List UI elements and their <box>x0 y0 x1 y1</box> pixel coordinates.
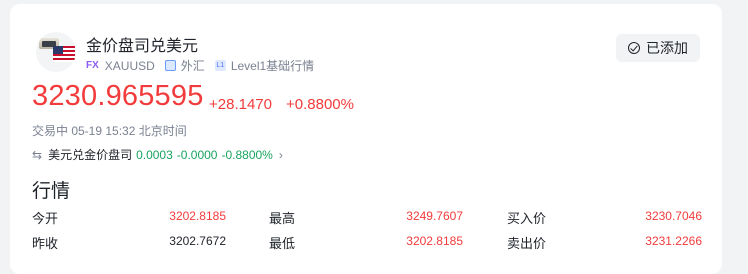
level1-icon: L1 <box>214 60 226 71</box>
prev-close-value: 3202.7672 <box>169 234 226 248</box>
price-change: +28.1470 <box>209 96 272 113</box>
added-watchlist-button[interactable]: 已添加 <box>616 34 700 62</box>
ask-value: 3231.2266 <box>645 234 702 248</box>
fx-badge: FX <box>86 60 99 71</box>
section-title: 行情 <box>32 181 71 202</box>
instrument-meta: FX XAUUSD 外汇 L1 Level1基础行情 <box>86 57 314 74</box>
quote-card: 金价盘司兑美元 FX XAUUSD 外汇 L1 Level1基础行情 已添加 3… <box>10 4 722 274</box>
high-value: 3249.7607 <box>406 209 463 223</box>
price-change-pct: +0.8800% <box>286 96 354 113</box>
symbol-code: XAUUSD <box>104 58 155 73</box>
data-level-label: Level1基础行情 <box>230 59 315 73</box>
added-label: 已添加 <box>646 40 688 56</box>
ask-label: 卖出价 <box>507 236 547 251</box>
low-value: 3202.8185 <box>406 234 463 248</box>
high-label: 最高 <box>269 211 296 226</box>
check-circle-icon <box>628 42 640 54</box>
conversion-change-pct: -0.8800% <box>221 147 273 162</box>
conversion-label: 美元兑金价盘司 <box>48 148 133 162</box>
conversion-link[interactable]: ⇆ 美元兑金价盘司 0.0003 -0.0000 -0.8800% › <box>32 146 283 163</box>
bid-label: 买入价 <box>507 211 547 226</box>
conversion-change: -0.0000 <box>176 147 218 162</box>
open-label: 今开 <box>32 211 59 226</box>
instrument-title: 金价盘司兑美元 <box>86 38 199 55</box>
swap-icon: ⇆ <box>32 147 43 162</box>
market-icon <box>164 60 176 71</box>
open-value: 3202.8185 <box>169 209 226 223</box>
chevron-right-icon: › <box>278 147 283 162</box>
bid-value: 3230.7046 <box>645 209 702 223</box>
low-label: 最低 <box>269 236 296 251</box>
trading-status: 交易中 05-19 15:32 北京时间 <box>32 124 187 138</box>
last-price: 3230.965595 <box>32 80 204 112</box>
gold-usd-flag-icon <box>36 32 76 72</box>
conversion-value: 0.0003 <box>136 147 173 162</box>
market-label: 外汇 <box>180 59 205 73</box>
prev-close-label: 昨收 <box>32 236 59 251</box>
